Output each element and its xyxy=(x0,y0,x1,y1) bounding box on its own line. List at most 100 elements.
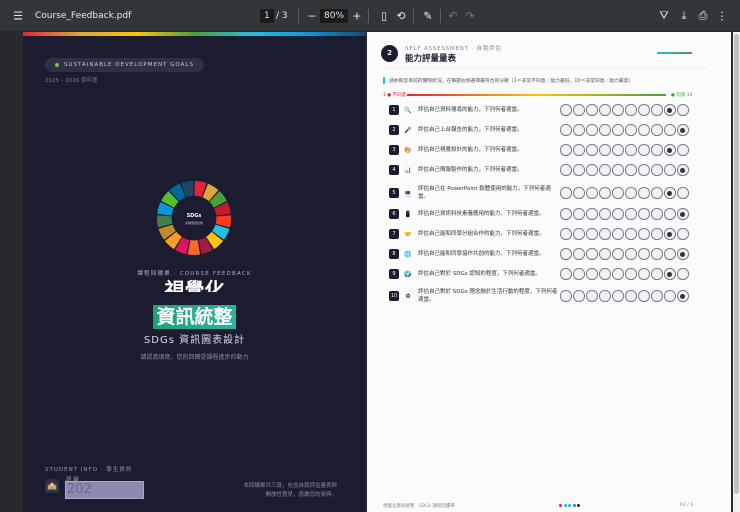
rating-radio-5[interactable] xyxy=(612,164,624,176)
rating-radio-9[interactable] xyxy=(664,208,676,220)
rating-radio-1[interactable] xyxy=(560,290,572,302)
rating-radio-9[interactable] xyxy=(664,144,676,156)
more-icon[interactable]: ⋮ xyxy=(715,9,729,22)
rating-radio-5[interactable] xyxy=(612,208,624,220)
rating-radio-10[interactable] xyxy=(677,164,689,176)
rating-radio-10[interactable] xyxy=(677,144,689,156)
rating-radio-1[interactable] xyxy=(560,268,572,280)
download-icon[interactable]: ⤓ xyxy=(677,9,691,23)
rating-radio-1[interactable] xyxy=(560,164,572,176)
page-number-input[interactable]: 1 xyxy=(260,8,274,23)
rating-radio-6[interactable] xyxy=(625,164,637,176)
rating-radio-10[interactable] xyxy=(677,104,689,116)
rating-radio-2[interactable] xyxy=(573,124,585,136)
rating-radio-5[interactable] xyxy=(612,248,624,260)
rating-radio-9[interactable] xyxy=(664,187,676,199)
zoom-out-button[interactable]: − xyxy=(305,9,319,22)
rating-radio-2[interactable] xyxy=(573,104,585,116)
rating-radio-3[interactable] xyxy=(586,268,598,280)
rating-radio-6[interactable] xyxy=(625,248,637,260)
rating-radio-2[interactable] xyxy=(573,187,585,199)
rating-radio-7[interactable] xyxy=(638,290,650,302)
rating-radio-6[interactable] xyxy=(625,104,637,116)
rating-radio-2[interactable] xyxy=(573,144,585,156)
rating-radio-10[interactable] xyxy=(677,124,689,136)
rating-radio-7[interactable] xyxy=(638,104,650,116)
rating-radio-10[interactable] xyxy=(677,290,689,302)
rating-radio-2[interactable] xyxy=(573,208,585,220)
rating-radio-9[interactable] xyxy=(664,268,676,280)
rating-radio-9[interactable] xyxy=(664,124,676,136)
rating-radio-7[interactable] xyxy=(638,268,650,280)
rating-radio-3[interactable] xyxy=(586,104,598,116)
rating-radio-2[interactable] xyxy=(573,248,585,260)
zoom-in-button[interactable]: + xyxy=(350,9,364,22)
rating-radio-3[interactable] xyxy=(586,187,598,199)
rating-radio-5[interactable] xyxy=(612,228,624,240)
undo-icon[interactable]: ↶ xyxy=(446,9,460,22)
rating-radio-4[interactable] xyxy=(599,268,611,280)
rating-radio-6[interactable] xyxy=(625,144,637,156)
rating-radio-4[interactable] xyxy=(599,144,611,156)
scrollbar[interactable] xyxy=(733,32,740,512)
rating-radio-8[interactable] xyxy=(651,144,663,156)
zoom-input[interactable]: 80% xyxy=(320,8,349,23)
rating-radio-1[interactable] xyxy=(560,187,572,199)
rating-radio-9[interactable] xyxy=(664,164,676,176)
rating-radio-7[interactable] xyxy=(638,208,650,220)
rating-radio-2[interactable] xyxy=(573,290,585,302)
rating-radio-7[interactable] xyxy=(638,187,650,199)
rating-radio-7[interactable] xyxy=(638,248,650,260)
rating-radio-6[interactable] xyxy=(625,187,637,199)
rating-radio-5[interactable] xyxy=(612,187,624,199)
print-icon[interactable]: ⎙ xyxy=(696,9,710,23)
rating-radio-6[interactable] xyxy=(625,124,637,136)
rating-radio-4[interactable] xyxy=(599,290,611,302)
rating-radio-7[interactable] xyxy=(638,228,650,240)
rating-radio-6[interactable] xyxy=(625,290,637,302)
rating-radio-1[interactable] xyxy=(560,208,572,220)
rating-radio-8[interactable] xyxy=(651,290,663,302)
rating-radio-10[interactable] xyxy=(677,228,689,240)
rating-radio-4[interactable] xyxy=(599,228,611,240)
rating-radio-7[interactable] xyxy=(638,164,650,176)
fit-page-icon[interactable]: ▯ xyxy=(377,9,391,22)
rating-radio-5[interactable] xyxy=(612,290,624,302)
rating-radio-10[interactable] xyxy=(677,268,689,280)
rating-radio-10[interactable] xyxy=(677,208,689,220)
rating-radio-4[interactable] xyxy=(599,164,611,176)
rating-radio-8[interactable] xyxy=(651,104,663,116)
rating-radio-1[interactable] xyxy=(560,124,572,136)
rating-radio-1[interactable] xyxy=(560,228,572,240)
rating-radio-1[interactable] xyxy=(560,144,572,156)
rating-radio-6[interactable] xyxy=(625,268,637,280)
rating-radio-8[interactable] xyxy=(651,124,663,136)
rating-radio-3[interactable] xyxy=(586,208,598,220)
rating-radio-3[interactable] xyxy=(586,290,598,302)
rating-radio-2[interactable] xyxy=(573,268,585,280)
rating-radio-3[interactable] xyxy=(586,164,598,176)
rating-radio-4[interactable] xyxy=(599,124,611,136)
rating-radio-3[interactable] xyxy=(586,144,598,156)
rating-radio-8[interactable] xyxy=(651,164,663,176)
rotate-icon[interactable]: ⟲ xyxy=(394,9,408,22)
rating-radio-5[interactable] xyxy=(612,144,624,156)
rating-radio-9[interactable] xyxy=(664,104,676,116)
rating-radio-4[interactable] xyxy=(599,187,611,199)
rating-radio-8[interactable] xyxy=(651,208,663,220)
scrollbar-thumb[interactable] xyxy=(734,34,739,494)
rating-radio-7[interactable] xyxy=(638,144,650,156)
class-input[interactable]: 202 xyxy=(65,481,144,499)
rating-radio-7[interactable] xyxy=(638,124,650,136)
rating-radio-3[interactable] xyxy=(586,228,598,240)
rating-radio-8[interactable] xyxy=(651,248,663,260)
drive-icon[interactable]: ⛛ xyxy=(657,9,671,23)
rating-radio-5[interactable] xyxy=(612,124,624,136)
rating-radio-8[interactable] xyxy=(651,228,663,240)
rating-radio-2[interactable] xyxy=(573,228,585,240)
rating-radio-5[interactable] xyxy=(612,104,624,116)
menu-icon[interactable]: ☰ xyxy=(11,9,25,22)
annotate-icon[interactable]: ✎ xyxy=(421,9,435,22)
rating-radio-4[interactable] xyxy=(599,104,611,116)
rating-radio-1[interactable] xyxy=(560,248,572,260)
